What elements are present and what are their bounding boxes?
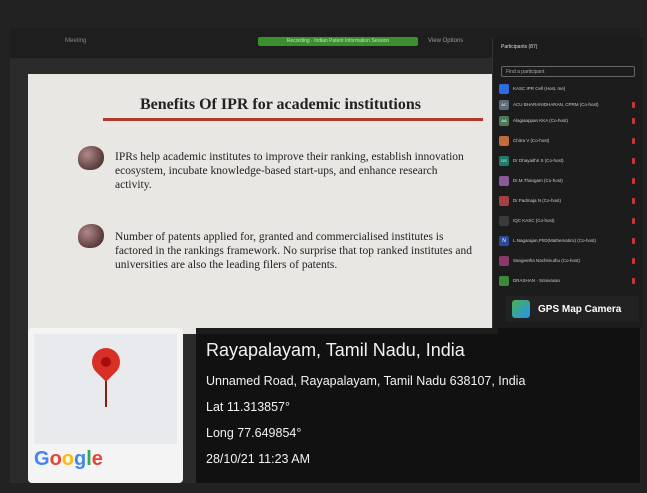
view-options-button[interactable]: View Options [428, 38, 463, 44]
participant-row[interactable]: IQC KASC (Co-host) [499, 214, 639, 228]
participant-name: L.Nagarajan,PhD(Mathematics) (Co-host) [513, 238, 597, 243]
muted-mic-icon [632, 198, 635, 204]
participant-row[interactable]: AC ACU BHARANIDHARAN, CPRM (Co-host) [499, 98, 639, 112]
participant-row[interactable]: Dr.M.Thangam (Co-host) [499, 174, 639, 188]
participant-name: Sangeetha Nachimuthu (Co-host) [513, 258, 581, 263]
slide-title: Benefits Of IPR for academic institution… [139, 96, 421, 113]
avatar [499, 276, 509, 286]
avatar: AA [499, 116, 509, 126]
participant-name: Chitra V (Co-host) [513, 138, 550, 143]
bullet-text: IPRs help academic institutes to improve… [115, 151, 464, 191]
photo-frame: Meeting Recording · Indian Patent Inform… [0, 0, 647, 493]
map-tile [34, 334, 177, 444]
participant-name: Dr Dhayaithri S (Co-host) [513, 158, 564, 163]
participant-row[interactable]: DRASHAN · Srinivasan [499, 274, 639, 288]
location-latitude: Lat 11.313857° [206, 400, 291, 414]
avatar: N [499, 236, 509, 246]
recording-indicator[interactable]: Recording · Indian Patent Information Se… [258, 37, 418, 46]
location-address: Unnamed Road, Rayapalayam, Tamil Nadu 63… [206, 374, 526, 388]
muted-mic-icon [632, 138, 635, 144]
participant-row[interactable]: Chitra V (Co-host) [499, 134, 639, 148]
gps-camera-icon [512, 300, 530, 318]
participant-name: Dr.Padmaja N (Co-host) [513, 198, 562, 203]
gps-map-camera-badge: GPS Map Camera [506, 296, 639, 322]
participant-row[interactable]: Sangeetha Nachimuthu (Co-host) [499, 254, 639, 268]
participants-title: Participants (87) [501, 44, 538, 50]
bullet-icon [78, 146, 104, 170]
participant-row[interactable]: AA Alagiaappan KKA (Co-host) [499, 114, 639, 128]
participant-row[interactable]: DS Dr Dhayaithri S (Co-host) [499, 154, 639, 168]
map-thumbnail: Google [28, 328, 183, 483]
participant-name: Dr.M.Thangam (Co-host) [513, 178, 563, 183]
bullet-icon [78, 224, 104, 248]
bullet-text: Number of patents applied for, granted a… [115, 231, 473, 271]
avatar [499, 176, 509, 186]
location-info-panel: Rayapalayam, Tamil Nadu, India Unnamed R… [196, 328, 640, 483]
presentation-slide: Benefits Of IPR for academic institution… [28, 74, 498, 334]
muted-mic-icon [632, 258, 635, 264]
participant-search-input[interactable]: Find a participant [501, 66, 635, 77]
participants-panel: Participants (87) Find a participant KAS… [492, 38, 643, 328]
google-logo: Google [34, 448, 103, 470]
participant-row[interactable]: N L.Nagarajan,PhD(Mathematics) (Co-host) [499, 234, 639, 248]
map-pin-icon [86, 342, 126, 382]
participant-name: IQC KASC (Co-host) [513, 218, 555, 223]
avatar [499, 216, 509, 226]
location-place: Rayapalayam, Tamil Nadu, India [206, 340, 465, 360]
gps-camera-label: GPS Map Camera [538, 304, 622, 315]
meeting-label: Meeting [65, 38, 87, 44]
slide-divider [103, 118, 483, 121]
participant-name: Alagiaappan KKA (Co-host) [513, 118, 569, 123]
participant-name: KASC IPR Cell (Host, me) [513, 86, 566, 91]
participant-name: ACU BHARANIDHARAN, CPRM (Co-host) [513, 102, 599, 107]
muted-mic-icon [632, 178, 635, 184]
location-longitude: Long 77.649854° [206, 426, 302, 440]
avatar [499, 136, 509, 146]
muted-mic-icon [632, 238, 635, 244]
participant-row[interactable]: KASC IPR Cell (Host, me) [499, 82, 639, 96]
location-datetime: 28/10/21 11:23 AM [206, 452, 311, 466]
participant-row[interactable]: Dr.Padmaja N (Co-host) [499, 194, 639, 208]
muted-mic-icon [632, 278, 635, 284]
muted-mic-icon [632, 218, 635, 224]
muted-mic-icon [632, 118, 635, 124]
muted-mic-icon [632, 102, 635, 108]
avatar [499, 256, 509, 266]
avatar [499, 84, 509, 94]
avatar: DS [499, 156, 509, 166]
muted-mic-icon [632, 158, 635, 164]
avatar: AC [499, 100, 509, 110]
avatar [499, 196, 509, 206]
participant-name: DRASHAN · Srinivasan [513, 278, 561, 283]
